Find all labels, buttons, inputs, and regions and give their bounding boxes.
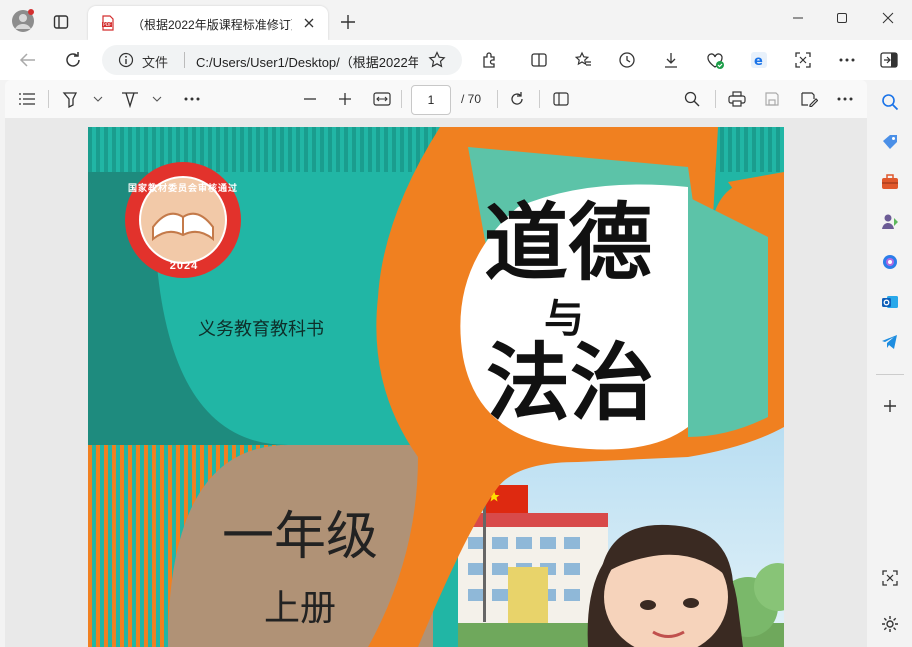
tab-list-icon[interactable] xyxy=(52,13,70,31)
save-icon[interactable] xyxy=(762,90,782,108)
volume-label: 上册 xyxy=(264,588,337,629)
close-icon[interactable] xyxy=(302,16,316,30)
profile-icon[interactable] xyxy=(10,8,36,34)
draw-icon[interactable] xyxy=(119,90,163,108)
info-icon[interactable] xyxy=(118,52,134,68)
omnibox-separator xyxy=(184,52,185,68)
rotate-icon[interactable] xyxy=(507,90,527,108)
more-icon[interactable] xyxy=(837,50,857,70)
download-icon[interactable] xyxy=(661,50,681,70)
page-view-icon[interactable] xyxy=(551,90,571,108)
svg-text:e: e xyxy=(754,54,763,69)
games-icon[interactable] xyxy=(878,210,902,234)
toolbar-separator xyxy=(497,90,498,108)
contents-icon[interactable] xyxy=(18,90,36,108)
fit-width-icon[interactable] xyxy=(372,90,392,108)
telegram-icon[interactable] xyxy=(878,330,902,354)
screenshot-icon[interactable] xyxy=(793,50,813,70)
outlook-icon[interactable] xyxy=(878,290,902,314)
file-label: 文件 xyxy=(142,55,169,70)
pdf-page: 2024 国家教材委员会审核通过 义务教育教科书 道德 与 法治 一年级 上册 xyxy=(88,127,784,647)
screenshot-side-icon[interactable] xyxy=(878,566,902,590)
sidebar-search-icon[interactable] xyxy=(878,90,902,114)
tab-title: （根据2022年版课程标准修订）道德与法治 一年级上册 xyxy=(132,18,292,32)
toolbar-more-icon[interactable] xyxy=(182,90,202,108)
pdf-viewer[interactable]: 2024 国家教材委员会审核通过 义务教育教科书 道德 与 法治 一年级 上册 xyxy=(5,118,867,647)
seal-year: 2024 xyxy=(169,260,199,272)
title-bar: PDF （根据2022年版课程标准修订）道德与法治 一年级上册 xyxy=(0,0,912,40)
add-icon[interactable] xyxy=(878,394,902,418)
favorite-star-icon[interactable] xyxy=(428,51,446,69)
svg-text:PDF: PDF xyxy=(103,22,112,28)
copilot-icon[interactable] xyxy=(878,250,902,274)
title-line2: 法治 xyxy=(486,333,655,432)
tools-icon[interactable] xyxy=(878,170,902,194)
minimize-icon[interactable] xyxy=(788,10,808,26)
series-label: 义务教育教科书 xyxy=(198,319,324,340)
pdf-icon: PDF xyxy=(100,15,116,31)
favorites-icon[interactable] xyxy=(573,50,593,70)
zoom-in-icon[interactable] xyxy=(336,90,354,108)
url-text[interactable]: C:/Users/User1/Desktop/（根据2022年版课程标准修订）道… xyxy=(196,52,418,71)
browser-tab[interactable]: PDF （根据2022年版课程标准修订）道德与法治 一年级上册 xyxy=(88,6,328,40)
pdf-toolbar: 1 / 70 xyxy=(5,80,867,119)
settings-icon[interactable] xyxy=(878,612,902,636)
extensions-icon[interactable] xyxy=(480,50,500,70)
save-as-icon[interactable] xyxy=(799,90,819,108)
print-icon[interactable] xyxy=(727,90,747,108)
toolbar-separator xyxy=(401,90,402,108)
pdf-more-icon[interactable] xyxy=(835,90,855,108)
back-icon[interactable] xyxy=(18,50,38,70)
highlight-icon[interactable] xyxy=(60,90,104,108)
page-number-input[interactable]: 1 xyxy=(411,85,451,115)
cover-artwork xyxy=(88,127,784,647)
maximize-icon[interactable] xyxy=(832,10,852,26)
toolbar-separator xyxy=(715,90,716,108)
title-line1: 道德 xyxy=(484,193,653,292)
history-icon[interactable] xyxy=(617,50,637,70)
refresh-icon[interactable] xyxy=(63,50,83,70)
page-count: / 70 xyxy=(461,92,482,106)
browser-essentials-icon[interactable] xyxy=(705,50,725,70)
split-screen-icon[interactable] xyxy=(529,50,549,70)
sidebar-divider xyxy=(876,374,904,375)
omnibox[interactable]: 文件 C:/Users/User1/Desktop/（根据2022年版课程标准修… xyxy=(102,45,462,75)
address-bar: 文件 C:/Users/User1/Desktop/（根据2022年版课程标准修… xyxy=(0,40,912,80)
edge-icon[interactable]: e xyxy=(749,50,769,70)
seal-text: 国家教材委员会审核通过 xyxy=(127,183,238,193)
new-tab-icon[interactable] xyxy=(340,14,356,30)
zoom-out-icon[interactable] xyxy=(301,90,319,108)
edge-sidebar xyxy=(868,80,912,647)
window-close-icon[interactable] xyxy=(878,10,898,26)
grade-label: 一年级 xyxy=(222,507,379,567)
shopping-icon[interactable] xyxy=(878,130,902,154)
search-icon[interactable] xyxy=(682,90,702,108)
toolbar-separator xyxy=(539,90,540,108)
sidebar-toggle-icon[interactable] xyxy=(879,50,899,70)
toolbar-separator xyxy=(48,90,49,108)
